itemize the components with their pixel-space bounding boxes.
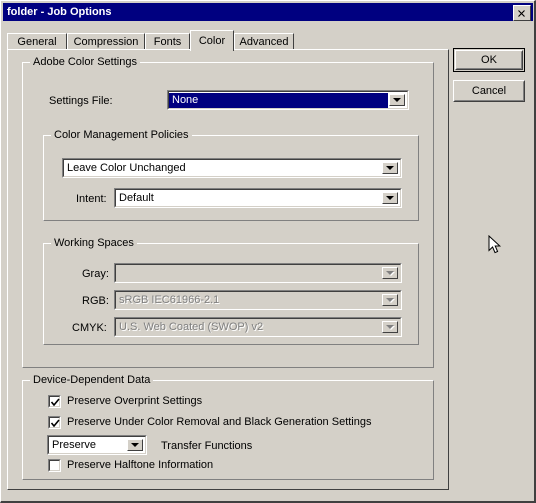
tab-general-label: General — [17, 36, 57, 48]
chevron-down-icon[interactable] — [382, 162, 398, 174]
close-button[interactable] — [513, 5, 531, 21]
preserve-overprint-checkbox[interactable] — [48, 395, 61, 408]
tab-advanced[interactable]: Advanced — [234, 33, 294, 50]
cancel-button-label: Cancel — [471, 85, 507, 97]
checkmark-icon — [50, 398, 60, 407]
tab-strip: General Compression Fonts Color Advanced — [7, 30, 451, 51]
checkmark-icon — [50, 419, 60, 428]
rgb-working-space-combo: sRGB IEC61966-2.1 — [114, 290, 402, 310]
cmyk-working-space-combo: U.S. Web Coated (SWOP) v2 — [114, 317, 402, 337]
chevron-down-icon[interactable] — [389, 94, 405, 106]
color-policy-value: Leave Color Unchanged — [67, 162, 186, 174]
settings-file-label: Settings File: — [49, 95, 113, 107]
tab-fonts-label: Fonts — [153, 36, 182, 48]
preserve-overprint-checkbox-row[interactable]: Preserve Overprint Settings — [48, 395, 202, 408]
tab-advanced-label: Advanced — [239, 36, 289, 48]
tab-color[interactable]: Color — [190, 30, 234, 51]
chevron-down-icon[interactable] — [382, 192, 398, 204]
settings-file-combo[interactable]: None — [167, 90, 409, 110]
settings-file-value: None — [169, 92, 388, 108]
rgb-working-space-value: sRGB IEC61966-2.1 — [119, 294, 220, 306]
transfer-functions-combo[interactable]: Preserve — [47, 435, 147, 455]
working-spaces-group: Working Spaces Gray: RGB: sRGB IEC61966-… — [43, 237, 419, 345]
tab-color-label: Color — [198, 35, 226, 47]
chevron-down-icon — [382, 294, 398, 306]
intent-value: Default — [119, 192, 154, 204]
ok-button-label: OK — [481, 54, 497, 66]
preserve-ucr-label: Preserve Under Color Removal and Black G… — [67, 416, 372, 428]
window-title: folder - Job Options — [7, 6, 112, 18]
device-dependent-data-group: Device-Dependent Data Preserve Overprint… — [22, 374, 434, 480]
close-icon — [518, 9, 525, 17]
working-spaces-title: Working Spaces — [51, 237, 137, 249]
preserve-ucr-checkbox[interactable] — [48, 416, 61, 429]
cmyk-label: CMYK: — [72, 322, 107, 334]
device-dependent-data-title: Device-Dependent Data — [30, 374, 154, 386]
transfer-functions-label: Transfer Functions — [161, 440, 253, 452]
preserve-halftone-label: Preserve Halftone Information — [67, 459, 214, 471]
rgb-label: RGB: — [82, 295, 109, 307]
job-options-dialog: folder - Job Options General Compression… — [0, 0, 536, 503]
preserve-overprint-label: Preserve Overprint Settings — [67, 395, 203, 407]
intent-label: Intent: — [76, 193, 107, 205]
adobe-color-settings-title: Adobe Color Settings — [30, 56, 140, 68]
intent-combo[interactable]: Default — [114, 188, 402, 208]
mouse-pointer-icon — [488, 235, 502, 254]
transfer-functions-value: Preserve — [52, 439, 97, 451]
gray-working-space-combo — [114, 263, 402, 283]
preserve-halftone-checkbox-row[interactable]: Preserve Halftone Information — [48, 459, 213, 472]
chevron-down-icon — [382, 321, 398, 333]
color-management-policies-group: Color Management Policies Leave Color Un… — [43, 129, 419, 221]
color-policy-combo[interactable]: Leave Color Unchanged — [62, 158, 402, 178]
adobe-color-settings-group: Adobe Color Settings Settings File: None… — [22, 56, 434, 368]
tab-compression-label: Compression — [73, 36, 139, 48]
cancel-button[interactable]: Cancel — [453, 80, 525, 102]
tab-compression[interactable]: Compression — [67, 33, 145, 50]
title-bar[interactable]: folder - Job Options — [3, 3, 533, 21]
color-tab-panel: Adobe Color Settings Settings File: None… — [7, 49, 449, 490]
chevron-down-icon[interactable] — [127, 439, 143, 451]
preserve-ucr-checkbox-row[interactable]: Preserve Under Color Removal and Black G… — [48, 416, 371, 429]
cmyk-working-space-value: U.S. Web Coated (SWOP) v2 — [119, 321, 264, 333]
color-management-policies-title: Color Management Policies — [51, 129, 192, 141]
preserve-halftone-checkbox[interactable] — [48, 459, 61, 472]
chevron-down-icon — [382, 267, 398, 279]
tab-fonts[interactable]: Fonts — [145, 33, 190, 50]
ok-button[interactable]: OK — [453, 48, 525, 72]
gray-label: Gray: — [82, 268, 109, 280]
tab-general[interactable]: General — [7, 33, 67, 50]
